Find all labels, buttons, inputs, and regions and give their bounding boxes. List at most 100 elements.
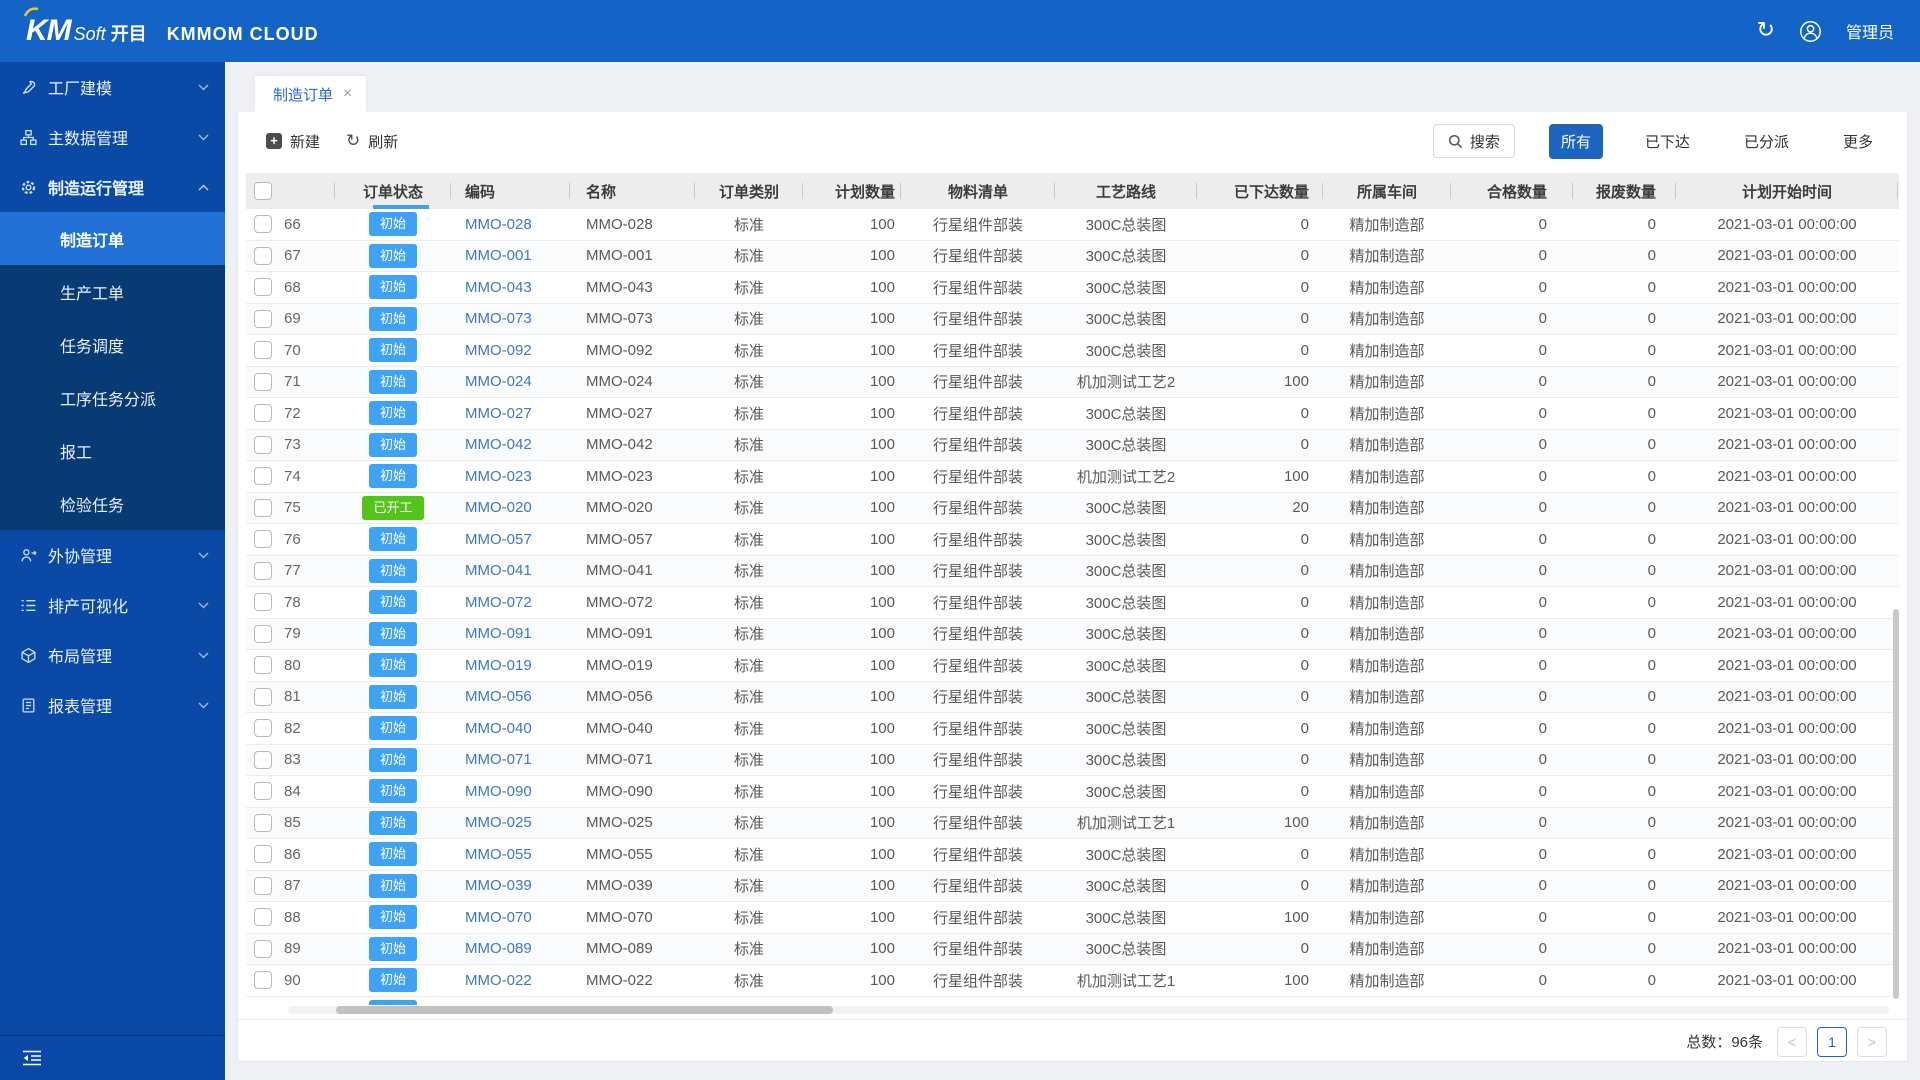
order-code-link[interactable]: MMO-091	[465, 625, 532, 642]
filter-button-已下达[interactable]: 已下达	[1633, 124, 1702, 159]
table-row[interactable]: 80初始MMO-019MMO-019标准100行星组件部装300C总装图0精加制…	[246, 650, 1899, 682]
order-code-link[interactable]: MMO-070	[465, 909, 532, 926]
vertical-scrollbar-thumb[interactable]	[1893, 609, 1899, 999]
row-checkbox[interactable]	[254, 404, 272, 422]
row-checkbox[interactable]	[254, 719, 272, 737]
row-checkbox[interactable]	[254, 814, 272, 832]
sidebar-item-制造订单[interactable]: 制造订单	[0, 212, 225, 265]
current-user-label[interactable]: 管理员	[1846, 19, 1894, 43]
table-row[interactable]: 87初始MMO-039MMO-039标准100行星组件部装300C总装图0精加制…	[246, 871, 1899, 903]
table-row[interactable]: 89初始MMO-089MMO-089标准100行星组件部装300C总装图0精加制…	[246, 934, 1899, 966]
sidebar-item-工序任务分派[interactable]: 工序任务分派	[0, 371, 225, 424]
order-code-link[interactable]: MMO-090	[465, 783, 532, 800]
row-checkbox[interactable]	[254, 562, 272, 580]
table-row[interactable]: 90初始MMO-022MMO-022标准100行星组件部装机加测试工艺1100精…	[246, 965, 1899, 997]
table-row[interactable]: 75已开工MMO-020MMO-020标准100行星组件部装300C总装图20精…	[246, 493, 1899, 525]
order-code-link[interactable]: MMO-071	[465, 751, 532, 768]
table-row[interactable]: 84初始MMO-090MMO-090标准100行星组件部装300C总装图0精加制…	[246, 776, 1899, 808]
row-checkbox[interactable]	[254, 499, 272, 517]
row-checkbox[interactable]	[254, 341, 272, 359]
table-row[interactable]: 77初始MMO-041MMO-041标准100行星组件部装300C总装图0精加制…	[246, 556, 1899, 588]
row-checkbox[interactable]	[254, 625, 272, 643]
row-checkbox[interactable]	[254, 247, 272, 265]
horizontal-scrollbar-thumb[interactable]	[336, 1006, 833, 1014]
row-checkbox[interactable]	[254, 688, 272, 706]
order-code-link[interactable]: MMO-022	[465, 972, 532, 989]
sidebar-item-生产工单[interactable]: 生产工单	[0, 265, 225, 318]
row-checkbox[interactable]	[254, 278, 272, 296]
order-code-link[interactable]: MMO-020	[465, 499, 532, 516]
page-number-button[interactable]: 1	[1817, 1027, 1847, 1057]
table-row[interactable]: 74初始MMO-023MMO-023标准100行星组件部装机加测试工艺2100精…	[246, 461, 1899, 493]
row-checkbox[interactable]	[254, 971, 272, 989]
row-checkbox[interactable]	[254, 877, 272, 895]
row-checkbox[interactable]	[254, 908, 272, 926]
table-row[interactable]: 86初始MMO-055MMO-055标准100行星组件部装300C总装图0精加制…	[246, 839, 1899, 871]
filter-button-已分派[interactable]: 已分派	[1732, 124, 1801, 159]
column-header-check[interactable]	[246, 173, 279, 209]
sidebar-item-任务调度[interactable]: 任务调度	[0, 318, 225, 371]
tab-manufacturing-order[interactable]: 制造订单 ×	[255, 76, 366, 112]
user-avatar-icon[interactable]	[1799, 20, 1822, 43]
row-checkbox[interactable]	[254, 593, 272, 611]
order-code-link[interactable]: MMO-041	[465, 562, 532, 579]
row-checkbox[interactable]	[254, 940, 272, 958]
sidebar-group-master-data[interactable]: 主数据管理	[0, 112, 225, 162]
table-row[interactable]: 78初始MMO-072MMO-072标准100行星组件部装300C总装图0精加制…	[246, 587, 1899, 619]
row-checkbox[interactable]	[254, 310, 272, 328]
filter-button-所有[interactable]: 所有	[1549, 124, 1603, 159]
order-code-link[interactable]: MMO-072	[465, 594, 532, 611]
table-row[interactable]: 71初始MMO-024MMO-024标准100行星组件部装机加测试工艺2100精…	[246, 367, 1899, 399]
order-code-link[interactable]: MMO-025	[465, 814, 532, 831]
table-row[interactable]: 69初始MMO-073MMO-073标准100行星组件部装300C总装图0精加制…	[246, 304, 1899, 336]
new-button[interactable]: + 新建	[266, 131, 320, 152]
row-checkbox[interactable]	[254, 656, 272, 674]
table-row[interactable]: 79初始MMO-091MMO-091标准100行星组件部装300C总装图0精加制…	[246, 619, 1899, 651]
table-row[interactable]: 76初始MMO-057MMO-057标准100行星组件部装300C总装图0精加制…	[246, 524, 1899, 556]
prev-page-button[interactable]: <	[1777, 1027, 1807, 1057]
order-code-link[interactable]: MMO-043	[465, 279, 532, 296]
global-refresh-icon[interactable]: ↻	[1757, 20, 1775, 42]
order-code-link[interactable]: MMO-040	[465, 720, 532, 737]
sidebar-group-scheduling-visualization[interactable]: 排产可视化	[0, 580, 225, 630]
table-row[interactable]: 83初始MMO-071MMO-071标准100行星组件部装300C总装图0精加制…	[246, 745, 1899, 777]
order-code-link[interactable]: MMO-001	[465, 247, 532, 264]
sidebar-collapse-icon[interactable]	[22, 1050, 42, 1066]
row-checkbox[interactable]	[254, 845, 272, 863]
table-row[interactable]: 81初始MMO-056MMO-056标准100行星组件部装300C总装图0精加制…	[246, 682, 1899, 714]
order-code-link[interactable]: MMO-092	[465, 342, 532, 359]
order-code-link[interactable]: MMO-024	[465, 373, 532, 390]
row-checkbox[interactable]	[254, 436, 272, 454]
order-code-link[interactable]: MMO-089	[465, 940, 532, 957]
sidebar-item-报工[interactable]: 报工	[0, 424, 225, 477]
close-icon[interactable]: ×	[343, 85, 352, 103]
sidebar-item-检验任务[interactable]: 检验任务	[0, 477, 225, 530]
table-row[interactable]: 68初始MMO-043MMO-043标准100行星组件部装300C总装图0精加制…	[246, 272, 1899, 304]
order-code-link[interactable]: MMO-056	[465, 688, 532, 705]
next-page-button[interactable]: >	[1857, 1027, 1887, 1057]
order-code-link[interactable]: MMO-023	[465, 468, 532, 485]
table-row[interactable]: 85初始MMO-025MMO-025标准100行星组件部装机加测试工艺1100精…	[246, 808, 1899, 840]
filter-button-更多[interactable]: 更多	[1831, 124, 1885, 159]
table-row[interactable]: 72初始MMO-027MMO-027标准100行星组件部装300C总装图0精加制…	[246, 398, 1899, 430]
row-checkbox[interactable]	[254, 467, 272, 485]
select-all-checkbox[interactable]	[254, 182, 272, 200]
row-checkbox[interactable]	[254, 373, 272, 391]
sidebar-group-layout-management[interactable]: 布局管理	[0, 630, 225, 680]
table-row[interactable]: 82初始MMO-040MMO-040标准100行星组件部装300C总装图0精加制…	[246, 713, 1899, 745]
sidebar-group-outsourcing[interactable]: 外协管理	[0, 530, 225, 580]
order-code-link[interactable]: MMO-019	[465, 657, 532, 674]
row-checkbox[interactable]	[254, 751, 272, 769]
table-row[interactable]: 67初始MMO-001MMO-001标准100行星组件部装300C总装图0精加制…	[246, 241, 1899, 273]
sidebar-group-manufacturing-ops[interactable]: 制造运行管理	[0, 162, 225, 212]
order-code-link[interactable]: MMO-057	[465, 531, 532, 548]
order-code-link[interactable]: MMO-028	[465, 216, 532, 233]
search-button[interactable]: 搜索	[1433, 124, 1515, 158]
table-row[interactable]: 66初始MMO-028MMO-028标准100行星组件部装300C总装图0精加制…	[246, 209, 1899, 241]
row-checkbox[interactable]	[254, 530, 272, 548]
table-row[interactable]: 88初始MMO-070MMO-070标准100行星组件部装300C总装图100精…	[246, 902, 1899, 934]
sidebar-group-report-management[interactable]: 报表管理	[0, 680, 225, 730]
sidebar-group-factory-modeling[interactable]: 工厂建模	[0, 62, 225, 112]
table-row[interactable]: 70初始MMO-092MMO-092标准100行星组件部装300C总装图0精加制…	[246, 335, 1899, 367]
row-checkbox[interactable]	[254, 215, 272, 233]
